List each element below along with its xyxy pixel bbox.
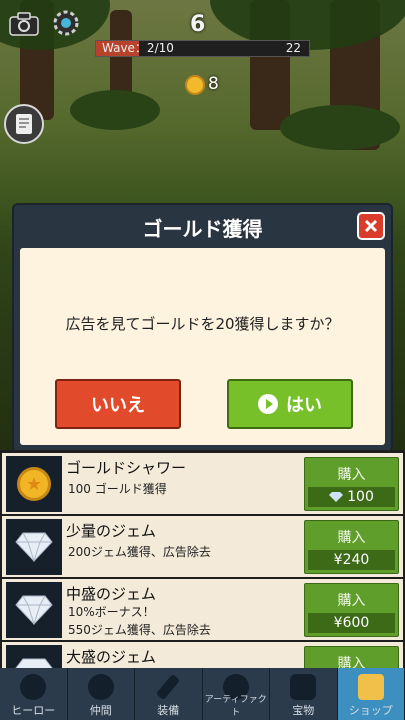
gem-icon (329, 492, 344, 502)
item-thumbnail (6, 645, 62, 670)
sword-icon (156, 673, 181, 701)
hero-icon (20, 674, 47, 700)
scroll-icon (16, 114, 32, 134)
camera-button[interactable] (6, 6, 42, 42)
buy-button[interactable]: 購入 ¥240 (304, 520, 399, 574)
buy-label: 購入 (337, 593, 366, 609)
shop-icon (357, 674, 384, 700)
price: ¥240 (308, 550, 395, 570)
settings-button[interactable] (48, 5, 84, 41)
no-button-label: いいえ (91, 395, 145, 416)
item-description: 100 ゴールド獲得 (68, 482, 167, 496)
party-icon (87, 674, 114, 700)
yes-button[interactable]: はい (227, 379, 353, 429)
tab-label: 宝物 (292, 704, 315, 717)
item-thumbnail (6, 582, 62, 638)
wave-progress-bar: Wave：2/10 22 (95, 40, 310, 57)
buy-label: 購入 (337, 467, 366, 483)
buy-button[interactable]: 購入 100 (304, 457, 399, 511)
tab-label: ショップ (348, 704, 393, 717)
item-name: 少量のジェム (66, 522, 157, 540)
list-item: ★ ゴールドシャワー 100 ゴールド獲得 購入 100 (2, 453, 403, 514)
camera-icon (9, 12, 39, 36)
tab-label: アーティファクト (204, 695, 267, 718)
shop-list[interactable]: ★ ゴールドシャワー 100 ゴールド獲得 購入 100 少量のジェム 200ジ… (0, 450, 405, 670)
tab-label: 装備 (157, 704, 180, 717)
tab-shop[interactable]: ショップ (337, 668, 405, 720)
tab-hero[interactable]: ヒーロー (0, 668, 68, 720)
dialog-body: 広告を見てゴールドを20獲得しますか？ いいえ はい (20, 248, 385, 445)
close-button[interactable] (357, 212, 385, 240)
treasure-icon (290, 674, 317, 700)
item-name: 大盛のジェム (66, 648, 157, 666)
gold-reward-dialog: ゴールド獲得 広告を見てゴールドを20獲得しますか？ いいえ はい (12, 203, 393, 453)
list-item: 少量のジェム 200ジェム獲得、広告除去 購入 ¥240 (2, 516, 403, 577)
stage-number: 6 (190, 12, 206, 37)
gold-count: 8 (208, 74, 219, 94)
item-name: 中盛のジェム (66, 585, 157, 603)
buy-label: 購入 (337, 530, 366, 546)
tab-label: 仲間 (89, 704, 112, 717)
quest-log-button[interactable] (4, 104, 44, 144)
list-item: 中盛のジェム 10%ボーナス！ 550ジェム獲得、広告除去 購入 ¥600 (2, 579, 403, 640)
price-value: 100 (347, 489, 374, 505)
item-thumbnail: ★ (6, 456, 62, 512)
wave-remaining: 22 (285, 41, 301, 55)
gem-icon (15, 595, 53, 625)
gear-icon (53, 10, 79, 36)
item-thumbnail (6, 519, 62, 575)
gold-coin-icon (185, 75, 205, 95)
price: 100 (308, 487, 395, 507)
tab-label: ヒーロー (11, 704, 56, 717)
play-icon (258, 394, 278, 414)
gold-coin-icon: ★ (17, 467, 51, 501)
close-icon (364, 219, 378, 233)
gem-icon (15, 532, 53, 562)
list-item: 大盛のジェム 購入 (2, 642, 403, 670)
item-description: 200ジェム獲得、広告除去 (68, 545, 211, 559)
no-button[interactable]: いいえ (55, 379, 181, 429)
item-name: ゴールドシャワー (66, 459, 187, 477)
item-description: 550ジェム獲得、広告除去 (68, 623, 211, 637)
tab-party[interactable]: 仲間 (67, 668, 135, 720)
tab-artifact[interactable]: アーティファクト (202, 668, 270, 720)
tab-equipment[interactable]: 装備 (135, 668, 203, 720)
tab-treasure[interactable]: 宝物 (270, 668, 338, 720)
buy-button[interactable]: 購入 ¥600 (304, 583, 399, 637)
wave-label: Wave：2/10 (102, 41, 174, 55)
dialog-title: ゴールド獲得 (142, 217, 263, 241)
item-description: 10%ボーナス！ (68, 605, 155, 619)
buy-button[interactable]: 購入 (304, 646, 399, 670)
dialog-message: 広告を見てゴールドを20獲得しますか？ (65, 315, 340, 333)
bottom-tab-bar: ヒーロー 仲間 装備 アーティファクト 宝物 ショップ (0, 668, 405, 720)
yes-button-label: はい (286, 395, 322, 416)
price: ¥600 (308, 613, 395, 633)
